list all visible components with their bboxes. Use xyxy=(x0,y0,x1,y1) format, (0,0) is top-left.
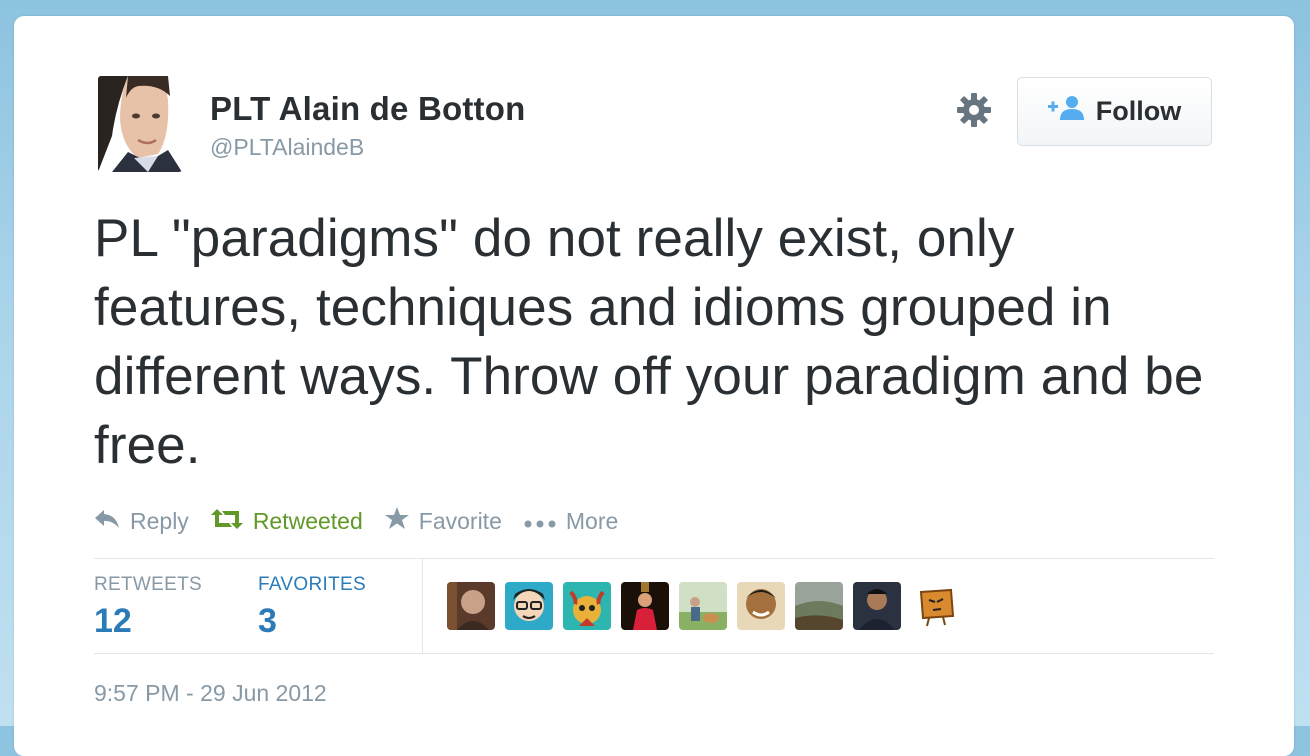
more-label: More xyxy=(565,507,619,534)
avatar[interactable] xyxy=(98,76,182,172)
more-button[interactable]: More xyxy=(524,508,618,535)
tweet-card: PLT Alain de Botton @PLTAlaindeB Follow … xyxy=(14,16,1294,756)
retweet-button[interactable]: Retweeted xyxy=(210,507,363,535)
gear-icon[interactable] xyxy=(954,90,994,130)
favorite-label: Favorite xyxy=(418,507,502,534)
avatar-thumbnail[interactable] xyxy=(679,582,727,630)
avatar-thumbnail[interactable] xyxy=(563,582,611,630)
avatar-thumbnail[interactable] xyxy=(621,582,669,630)
favorite-button[interactable]: Favorite xyxy=(384,507,502,535)
user-avatars-row xyxy=(447,582,959,630)
reply-label: Reply xyxy=(130,507,189,534)
retweet-icon xyxy=(210,508,243,535)
retweets-label: RETWEETS xyxy=(94,574,202,595)
favorites-count: 3 xyxy=(258,602,277,640)
add-user-icon xyxy=(1047,95,1086,128)
favorites-label: FAVORITES xyxy=(258,574,366,595)
follow-label: Follow xyxy=(1095,96,1182,126)
divider xyxy=(94,558,1214,559)
more-dots-icon xyxy=(524,508,556,535)
reply-button[interactable]: Reply xyxy=(94,508,189,535)
star-icon xyxy=(384,507,409,535)
reply-icon xyxy=(94,508,120,535)
divider xyxy=(94,653,1214,654)
tweet-timestamp[interactable]: 9:57 PM - 29 Jun 2012 xyxy=(94,680,327,707)
favorites-stat[interactable]: FAVORITES 3 xyxy=(258,574,366,641)
follow-button[interactable]: Follow xyxy=(1017,77,1212,146)
user-name[interactable]: PLT Alain de Botton xyxy=(210,90,525,128)
avatar-thumbnail[interactable] xyxy=(795,582,843,630)
avatar-thumbnail[interactable] xyxy=(737,582,785,630)
avatar-thumbnail[interactable] xyxy=(911,582,959,630)
avatar-thumbnail[interactable] xyxy=(505,582,553,630)
stats-divider xyxy=(422,559,423,653)
user-handle[interactable]: @PLTAlaindeB xyxy=(210,134,364,161)
retweeted-label: Retweeted xyxy=(252,507,363,534)
retweets-stat[interactable]: RETWEETS 12 xyxy=(94,574,202,641)
retweets-count: 12 xyxy=(94,602,132,640)
tweet-actions: Reply Retweeted Favorite More xyxy=(94,504,640,538)
tweet-text: PL "paradigms" do not really exist, only… xyxy=(94,209,1204,475)
avatar-thumbnail[interactable] xyxy=(447,582,495,630)
avatar-thumbnail[interactable] xyxy=(853,582,901,630)
